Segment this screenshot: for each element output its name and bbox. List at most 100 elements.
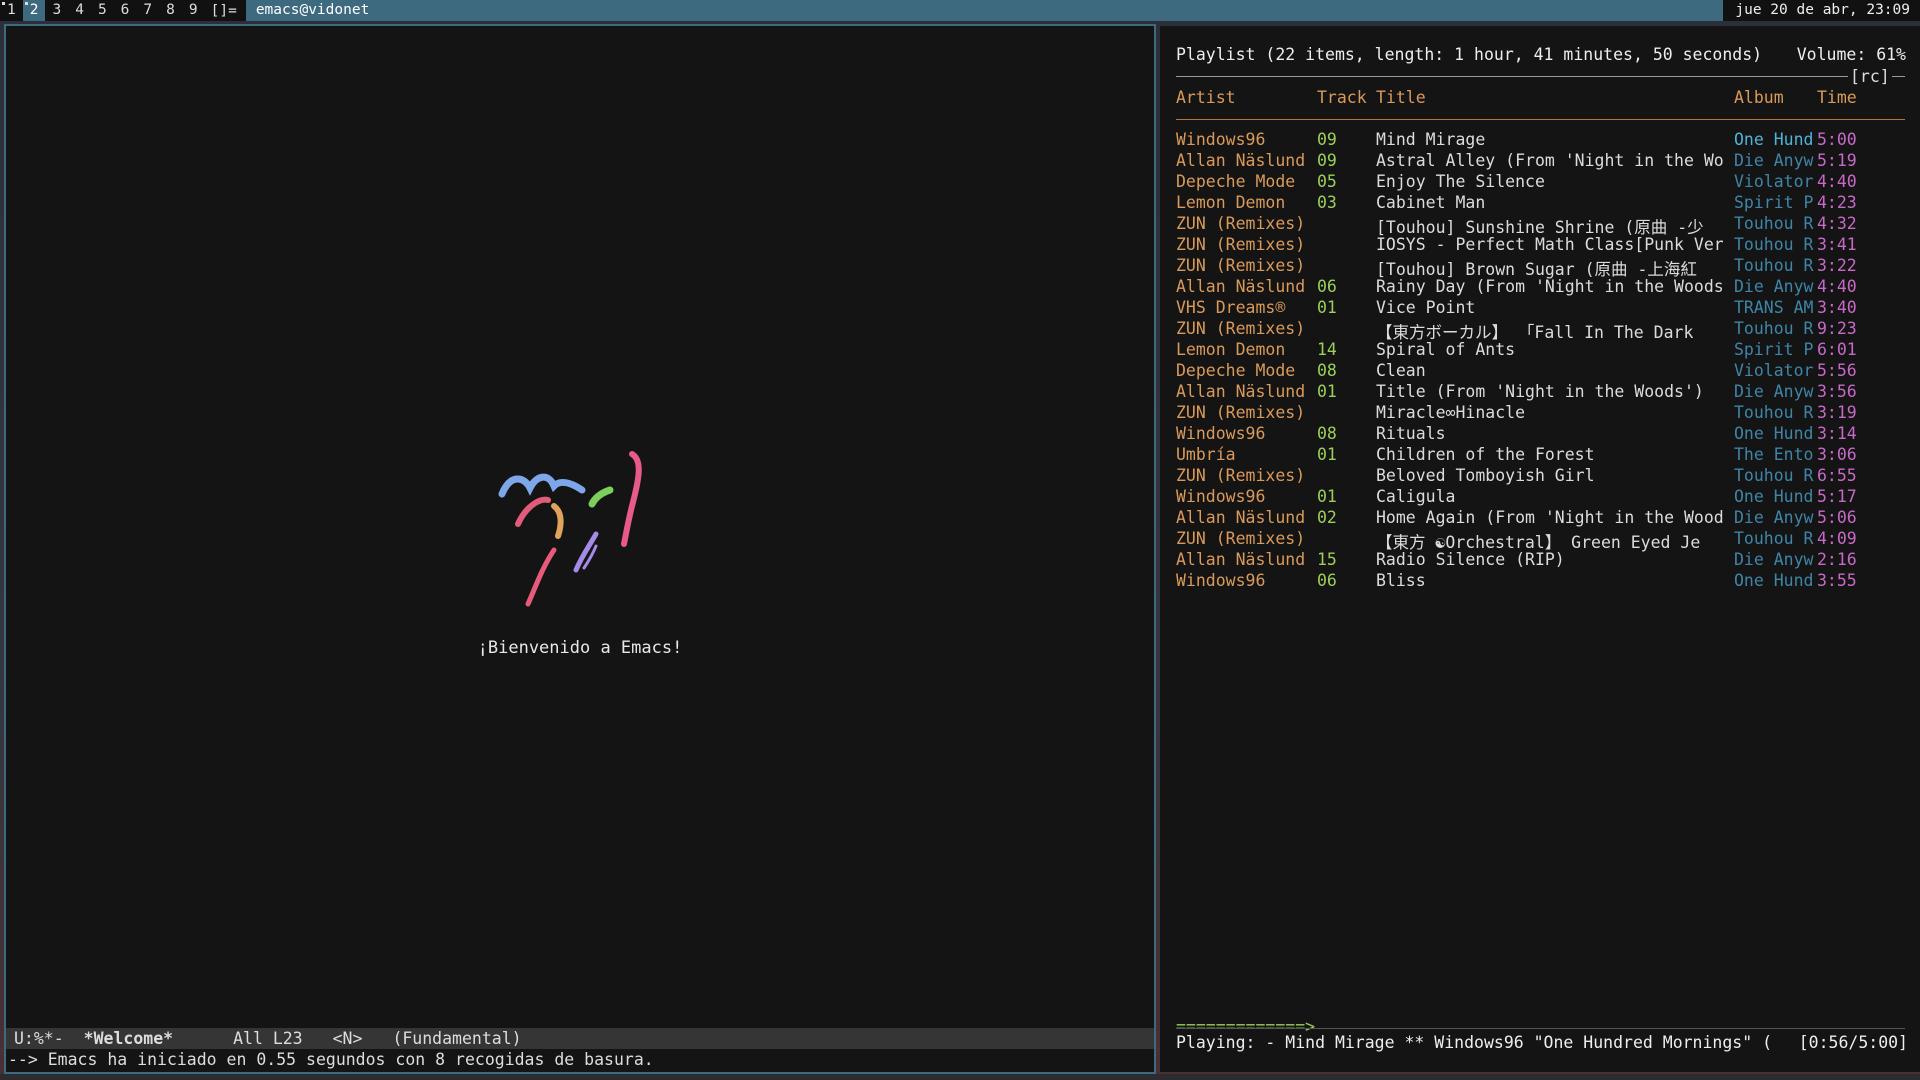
column-header-artist[interactable]: Artist	[1176, 88, 1236, 107]
workspace-tag-8[interactable]: 8	[159, 0, 182, 21]
track-title: Spiral of Ants	[1376, 340, 1516, 359]
track-artist: ZUN (Remixes)	[1176, 403, 1306, 422]
emacs-window[interactable]: ¡Bienvenido a Emacs! U:%*- *Welcome* All L…	[4, 24, 1156, 1074]
workspace-tag-7[interactable]: 7	[136, 0, 159, 21]
track-album: Touhou R	[1734, 529, 1814, 548]
track-artist: Allan Näslund	[1176, 382, 1306, 401]
track-number: 01	[1317, 382, 1337, 401]
track-artist: Windows96	[1176, 424, 1266, 443]
playlist-row[interactable]: Lemon Demon 03 Cabinet Man Spirit P 4:23	[1176, 193, 1916, 214]
emacs-modeline: U:%*- *Welcome* All L23 <N> (Fundamental)	[6, 1028, 1154, 1049]
tag-label: 9	[188, 2, 198, 18]
track-duration: 3:41	[1817, 235, 1857, 254]
now-playing-text: Playing: - Mind Mirage ** Windows96 "One…	[1176, 1033, 1773, 1052]
workspace-tag-4[interactable]: 4	[68, 0, 91, 21]
playlist-column-headers: Artist Track Title Album Time	[1176, 88, 1916, 110]
header-separator	[1176, 76, 1905, 77]
track-duration: 3:19	[1817, 403, 1857, 422]
playlist-row[interactable]: Depeche Mode 05 Enjoy The Silence Violator 4…	[1176, 172, 1916, 193]
occupied-indicator	[2, 2, 5, 5]
track-title: Beloved Tomboyish Girl	[1376, 466, 1595, 485]
track-album: Touhou R	[1734, 466, 1814, 485]
major-mode[interactable]: (Fundamental)	[392, 1028, 521, 1049]
playlist-row[interactable]: Depeche Mode 08 Clean Violator 5:56	[1176, 361, 1916, 382]
track-album: Touhou R	[1734, 319, 1814, 338]
playlist-row[interactable]: ZUN (Remixes) [Touhou] Sunshine Shrine (原…	[1176, 214, 1916, 237]
track-title: Home Again (From 'Night in the Wood	[1376, 508, 1723, 527]
track-title: IOSYS - Perfect Math Class[Punk Ver	[1376, 235, 1723, 254]
track-duration: 5:00	[1817, 130, 1857, 149]
workspace-tag-6[interactable]: 6	[114, 0, 137, 21]
track-title: Bliss	[1376, 571, 1426, 590]
track-album: Die Anyw	[1734, 508, 1814, 527]
welcome-buffer[interactable]: ¡Bienvenido a Emacs!	[6, 26, 1154, 1028]
playlist-row[interactable]: Allan Näslund 15 Radio Silence (RIP) Die An…	[1176, 550, 1916, 571]
now-playing-status: Playing: - Mind Mirage ** Windows96 "One…	[1176, 1033, 1908, 1052]
workspace-tag-5[interactable]: 5	[91, 0, 114, 21]
tag-label: 6	[120, 2, 130, 18]
playlist-row[interactable]: VHS Dreams® 01 Vice Point TRANS AM 3:40	[1176, 298, 1916, 319]
playlist-row[interactable]: ZUN (Remixes) [Touhou] Brown Sugar (原曲 -上…	[1176, 256, 1916, 279]
track-album: One Hund	[1734, 130, 1814, 149]
buffer-name[interactable]: *Welcome*	[84, 1028, 173, 1049]
column-header-title[interactable]: Title	[1376, 88, 1426, 107]
playlist-row[interactable]: ZUN (Remixes) 【東方 ☯Orchestral】 Green Eyed…	[1176, 529, 1916, 552]
track-album: Die Anyw	[1734, 151, 1814, 170]
playlist-row[interactable]: ZUN (Remixes) Beloved Tomboyish Girl Touho…	[1176, 466, 1916, 487]
playlist-row[interactable]: Windows96 09 Mind Mirage One Hund 5:00	[1176, 130, 1916, 151]
playlist-row[interactable]: ZUN (Remixes) Miracle∞Hinacle Touhou R 3:19	[1176, 403, 1916, 424]
tag-label: 3	[52, 2, 62, 18]
track-artist: Allan Näslund	[1176, 277, 1306, 296]
playlist-row[interactable]: ZUN (Remixes) IOSYS - Perfect Math Class[…	[1176, 235, 1916, 256]
column-header-track[interactable]: Track	[1317, 88, 1367, 107]
playlist-row[interactable]: Allan Näslund 02 Home Again (From 'Night i…	[1176, 508, 1916, 529]
playlist-row[interactable]: ZUN (Remixes) 【東方ボーカル】 「Fall In The Dark T…	[1176, 319, 1916, 342]
track-artist: Allan Näslund	[1176, 151, 1306, 170]
track-number: 01	[1317, 445, 1337, 464]
workspace-tag-2[interactable]: 2	[22, 0, 46, 21]
column-header-album[interactable]: Album	[1734, 88, 1784, 107]
track-duration: 4:40	[1817, 277, 1857, 296]
playlist-row[interactable]: Allan Näslund 06 Rainy Day (From 'Night in…	[1176, 277, 1916, 298]
playlist-row[interactable]: Lemon Demon 14 Spiral of Ants Spirit P 6:01	[1176, 340, 1916, 361]
layout-symbol[interactable]: []=	[205, 3, 246, 19]
playlist-row[interactable]: Umbría 01 Children of the Forest The Ento 3:…	[1176, 445, 1916, 466]
track-number: 09	[1317, 130, 1337, 149]
track-album: TRANS AM	[1734, 298, 1814, 317]
track-duration: 3:14	[1817, 424, 1857, 443]
workspace-tag-1[interactable]: 1	[0, 0, 23, 21]
workspace-tag-9[interactable]: 9	[182, 0, 205, 21]
workspace-tag-3[interactable]: 3	[45, 0, 68, 21]
track-artist: Depeche Mode	[1176, 361, 1296, 380]
track-duration: 2:16	[1817, 550, 1857, 569]
track-album: Violator	[1734, 172, 1814, 191]
track-album: Die Anyw	[1734, 277, 1814, 296]
track-album: Violator	[1734, 361, 1814, 380]
track-number: 08	[1317, 361, 1337, 380]
progress-track	[1176, 1028, 1905, 1029]
track-duration: 9:23	[1817, 319, 1857, 338]
playlist-row[interactable]: Allan Näslund 01 Title (From 'Night in the…	[1176, 382, 1916, 403]
track-title: Mind Mirage	[1376, 130, 1486, 149]
playlist-row[interactable]: Windows96 06 Bliss One Hund 3:55	[1176, 571, 1916, 592]
playback-flags: [rc]	[1848, 67, 1892, 86]
tag-label: 2	[29, 2, 39, 18]
playlist-row[interactable]: Allan Näslund 09 Astral Alley (From 'Night…	[1176, 151, 1916, 172]
playlist-row[interactable]: Windows96 08 Rituals One Hund 3:14	[1176, 424, 1916, 445]
track-duration: 3:22	[1817, 256, 1857, 275]
track-album: Touhou R	[1734, 214, 1814, 233]
track-album: Touhou R	[1734, 403, 1814, 422]
playlist[interactable]: Windows96 09 Mind Mirage One Hund 5:00 Allan …	[1176, 130, 1916, 592]
track-title: Astral Alley (From 'Night in the Wo	[1376, 151, 1723, 170]
track-duration: 3:55	[1817, 571, 1857, 590]
ncmpcpp-window[interactable]: Playlist (22 items, length: 1 hour, 41 m…	[1160, 26, 1920, 1072]
elapsed-time: [0:56/5:00]	[1798, 1033, 1908, 1052]
echo-area[interactable]: --> Emacs ha iniciado en 0.55 segundos c…	[8, 1049, 1154, 1070]
playlist-summary: Playlist (22 items, length: 1 hour, 41 m…	[1176, 45, 1763, 64]
track-album: Touhou R	[1734, 235, 1814, 254]
track-album: One Hund	[1734, 487, 1814, 506]
track-duration: 4:40	[1817, 172, 1857, 191]
desktop-bottom-edge	[0, 1074, 1920, 1080]
playlist-row[interactable]: Windows96 01 Caligula One Hund 5:17	[1176, 487, 1916, 508]
column-header-time[interactable]: Time	[1817, 88, 1857, 107]
